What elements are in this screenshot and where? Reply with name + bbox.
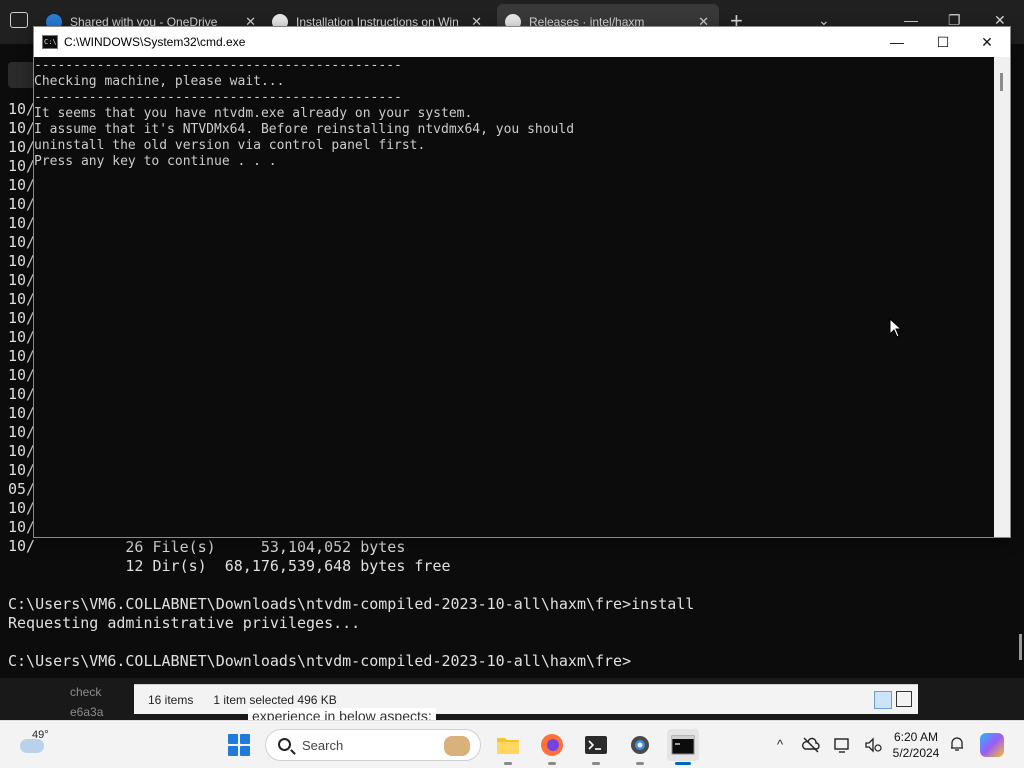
volume-muted-icon[interactable] [863,735,883,755]
item-count: 16 items [148,692,194,707]
terminal-date-prefix: 10/ [8,119,36,137]
cmd-scrollbar[interactable] [994,57,1010,537]
terminal-date-prefix: 10/ [8,252,36,270]
cmd-line: ----------------------------------------… [34,90,402,105]
terminal-date-prefix: 10/ [8,195,36,213]
cmd-window[interactable]: C:\. C:\WINDOWS\System32\cmd.exe — ☐ ✕ -… [33,26,1011,538]
folder-icon [497,738,519,754]
terminal-date-prefix: 10/ [8,233,36,251]
cmd-output: ----------------------------------------… [34,58,574,170]
settings-taskbar-button[interactable] [624,729,656,765]
terminal-date-prefix: 10/ [8,366,36,384]
list-item: check [70,685,102,699]
search-highlight-icon [444,736,470,756]
terminal-line: Requesting administrative privileges... [8,614,361,632]
show-hidden-icons-chevron-icon[interactable]: ^ [770,735,790,755]
explorer-window-behind: check e6a3a 16 items 1 item selected 496… [0,678,1024,720]
maximize-button[interactable]: ☐ [920,27,966,57]
window-title: C:\WINDOWS\System32\cmd.exe [64,35,246,49]
minimize-button[interactable]: — [874,27,920,57]
cmd-line: uninstall the old version via control pa… [34,138,426,153]
search-placeholder: Search [302,738,344,753]
terminal-icon [585,736,607,754]
terminal-date-prefix: 10/ [8,271,36,289]
terminal-date-prefix: 10/ [8,461,36,479]
cmd-line: ----------------------------------------… [34,58,402,73]
copilot-icon[interactable] [980,733,1004,757]
terminal-line: C:\Users\VM6.COLLABNET\Downloads\ntvdm-c… [8,652,632,670]
terminal-date-prefix: 10/ [8,404,36,422]
terminal-scrollbar[interactable] [1019,634,1022,660]
selection-info: 1 item selected 496 KB [213,692,337,707]
close-button[interactable]: ✕ [964,27,1010,57]
terminal-line: 26 File(s) 53,104,052 bytes [8,538,406,556]
notification-bell-icon[interactable] [948,735,966,753]
cmd-taskbar-button[interactable] [667,729,699,765]
terminal-tab-icon[interactable] [8,62,36,88]
system-tray: ^ [770,735,894,755]
terminal-date-prefix: 10/ [8,442,36,460]
cmd-icon [671,735,695,755]
firefox-icon [541,734,563,756]
terminal-date-prefix: 10/ [8,423,36,441]
terminal-line: 12 Dir(s) 68,176,539,648 bytes free [8,557,451,575]
terminal-output: 26 File(s) 53,104,052 bytes 12 Dir(s) 68… [8,538,694,671]
terminal-date-prefix: 10/ [8,499,36,517]
terminal-date-column: 10/10/10/10/10/10/10/10/10/10/10/10/10/1… [8,100,35,556]
taskbar: 49° Search ^ 6:20 AM 5/2/2024 [0,720,1024,768]
scrollbar-thumb[interactable] [1000,73,1003,91]
file-explorer-taskbar-button[interactable] [492,729,524,765]
terminal-date-prefix: 10/ [8,138,36,156]
tiles-view-icon[interactable] [896,691,912,707]
start-button[interactable] [228,734,250,756]
terminal-taskbar-button[interactable] [580,729,612,765]
terminal-date-prefix: 10/ [8,518,36,536]
search-icon [278,738,291,751]
terminal-date-prefix: 10/ [8,176,36,194]
cmd-line: It seems that you have ntvdm.exe already… [34,106,473,121]
terminal-date-prefix: 10/ [8,309,36,327]
terminal-date-prefix: 10/ [8,347,36,365]
cmd-app-icon: C:\. [42,35,61,49]
cmd-line: Press any key to continue . . . [34,154,277,169]
terminal-date-prefix: 10/ [8,328,36,346]
mouse-cursor-icon [889,318,903,338]
explorer-left-pane: check e6a3a [70,682,103,722]
terminal-date-prefix: 05/ [8,480,36,498]
weather-cloud-icon[interactable] [20,739,44,753]
terminal-date-prefix: 10/ [8,100,36,118]
terminal-date-prefix: 10/ [8,157,36,175]
cmd-title-bar[interactable]: C:\. C:\WINDOWS\System32\cmd.exe — ☐ ✕ [34,27,1010,57]
weather-temperature[interactable]: 49° [32,729,49,741]
taskbar-search-box[interactable]: Search [265,729,481,761]
cmd-line: Checking machine, please wait... [34,74,285,89]
gear-icon [631,736,649,754]
clock-date: 5/2/2024 [892,746,940,760]
cmd-line: I assume that it's NTVDMx64. Before rein… [34,122,575,137]
terminal-date-prefix: 10/ [8,385,36,403]
clock-time: 6:20 AM [893,730,939,744]
firefox-taskbar-button[interactable] [536,729,568,765]
tab-actions-icon[interactable] [10,12,28,28]
network-icon[interactable] [832,735,852,755]
details-view-icon[interactable] [874,691,892,709]
terminal-line: C:\Users\VM6.COLLABNET\Downloads\ntvdm-c… [8,595,695,613]
cmd-console-area[interactable]: ----------------------------------------… [34,57,994,537]
terminal-date-prefix: 10/ [8,290,36,308]
onedrive-cloud-icon[interactable] [801,735,821,755]
list-item: e6a3a [70,705,104,719]
system-clock[interactable]: 6:20 AM 5/2/2024 [886,729,946,761]
terminal-date-prefix: 10/ [8,214,36,232]
